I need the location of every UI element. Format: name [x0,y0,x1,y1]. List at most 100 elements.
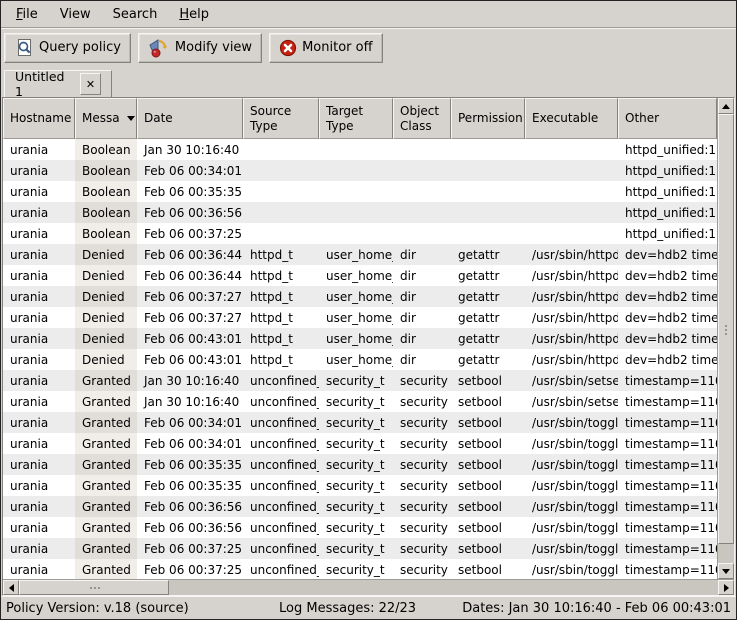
cell-objclass: security [393,496,451,517]
scroll-down-button[interactable] [718,563,734,579]
cell-message: Denied [75,307,137,328]
column-header-label: Other [625,111,659,125]
cell-other: httpd_unified:1, h [618,139,717,160]
log-row[interactable]: uraniaGrantedFeb 06 00:36:56unconfined_s… [3,517,717,538]
tab-close-button[interactable]: ✕ [80,73,101,95]
log-row[interactable]: uraniaBooleanFeb 06 00:35:35httpd_unifie… [3,181,717,202]
log-row[interactable]: uraniaGrantedFeb 06 00:34:01unconfined_s… [3,412,717,433]
cell-source [243,160,319,181]
horizontal-scrollbar[interactable] [3,579,734,595]
log-row[interactable]: uraniaGrantedFeb 06 00:37:25unconfined_s… [3,559,717,579]
cell-message: Granted [75,433,137,454]
scroll-left-button[interactable] [3,580,19,595]
cell-executable: /usr/sbin/httpd [525,265,618,286]
log-row[interactable]: uraniaDeniedFeb 06 00:37:27httpd_tuser_h… [3,286,717,307]
cell-permission: getattr [451,244,525,265]
cell-other: httpd_unified:1, h [618,202,717,223]
monitor-off-icon [279,39,297,57]
cell-source: unconfined_ [243,433,319,454]
cell-date: Feb 06 00:37:25 [137,223,243,244]
column-header-executable[interactable]: Executable [525,98,618,139]
log-row[interactable]: uraniaDeniedFeb 06 00:43:01httpd_tuser_h… [3,328,717,349]
cell-date: Feb 06 00:36:56 [137,496,243,517]
log-row[interactable]: uraniaDeniedFeb 06 00:43:01httpd_tuser_h… [3,349,717,370]
scroll-up-button[interactable] [718,98,734,114]
cell-permission: getattr [451,265,525,286]
monitor-off-button[interactable]: Monitor off [269,33,382,63]
log-row[interactable]: uraniaDeniedFeb 06 00:37:27httpd_tuser_h… [3,307,717,328]
cell-other: dev=hdb2 timesta [618,265,717,286]
cell-objclass: security [393,391,451,412]
cell-target: user_home_ [319,265,393,286]
app-window: File View Search Help Query policy [0,0,737,620]
log-row[interactable]: uraniaBooleanFeb 06 00:37:25httpd_unifie… [3,223,717,244]
log-row[interactable]: uraniaBooleanFeb 06 00:34:01httpd_unifie… [3,160,717,181]
cell-executable [525,223,618,244]
cell-message: Granted [75,538,137,559]
cell-target: user_home_ [319,349,393,370]
column-header-source[interactable]: Source Type [243,98,319,139]
monitor-off-label: Monitor off [302,40,372,55]
tab-untitled-1[interactable]: Untitled 1 ✕ [4,70,112,97]
log-row[interactable]: uraniaGrantedFeb 06 00:35:35unconfined_s… [3,454,717,475]
cell-target: security_t [319,475,393,496]
log-row[interactable]: uraniaDeniedFeb 06 00:36:44httpd_tuser_h… [3,244,717,265]
menu-file[interactable]: File [5,3,49,26]
column-header-date[interactable]: Date [137,98,243,139]
cell-hostname: urania [3,160,75,181]
cell-hostname: urania [3,517,75,538]
menu-search[interactable]: Search [102,3,169,26]
cell-message: Denied [75,328,137,349]
query-policy-label: Query policy [39,40,121,55]
log-row[interactable]: uraniaGrantedJan 30 10:16:40unconfined_s… [3,391,717,412]
menu-help-label: Help [179,7,209,22]
log-row[interactable]: uraniaGrantedFeb 06 00:37:25unconfined_s… [3,538,717,559]
tab-label: Untitled 1 [15,69,71,99]
menu-file-label: File [16,7,38,22]
menu-search-label: Search [113,7,158,22]
cell-other: timestamp=11076 [618,517,717,538]
cell-hostname: urania [3,433,75,454]
scroll-right-button[interactable] [718,580,734,595]
cell-permission: setbool [451,517,525,538]
cell-message: Granted [75,496,137,517]
query-policy-button[interactable]: Query policy [4,33,131,63]
column-header-objclass[interactable]: Object Class [393,98,451,139]
cell-hostname: urania [3,496,75,517]
cell-other: timestamp=11076 [618,559,717,579]
cell-permission [451,160,525,181]
cell-permission: setbool [451,370,525,391]
log-row[interactable]: uraniaBooleanJan 30 10:16:40httpd_unifie… [3,139,717,160]
log-row[interactable]: uraniaDeniedFeb 06 00:36:44httpd_tuser_h… [3,265,717,286]
cell-other: timestamp=11076 [618,496,717,517]
horizontal-scrollbar-thumb[interactable] [19,580,169,595]
cell-source: unconfined_ [243,475,319,496]
thumb-grip-icon [725,329,727,331]
policy-version-status: Policy Version: v.18 (source) [6,601,189,616]
column-header-permission[interactable]: Permission [451,98,525,139]
modify-view-button[interactable]: Modify view [138,33,262,63]
column-header-other[interactable]: Other [618,98,717,139]
log-row[interactable]: uraniaBooleanFeb 06 00:36:56httpd_unifie… [3,202,717,223]
menu-view[interactable]: View [49,3,102,26]
cell-target [319,202,393,223]
column-header-target[interactable]: Target Type [319,98,393,139]
cell-objclass: security [393,538,451,559]
log-row[interactable]: uraniaGrantedFeb 06 00:35:35unconfined_s… [3,475,717,496]
menu-help[interactable]: Help [168,3,220,26]
column-header-message[interactable]: Messa [75,98,137,139]
column-header-label: Executable [532,111,598,125]
vertical-scrollbar-thumb[interactable] [718,114,734,544]
cell-date: Feb 06 00:34:01 [137,412,243,433]
cell-objclass: dir [393,265,451,286]
log-row[interactable]: uraniaGrantedFeb 06 00:36:56unconfined_s… [3,496,717,517]
log-row[interactable]: uraniaGrantedFeb 06 00:34:01unconfined_s… [3,433,717,454]
cell-target [319,160,393,181]
cell-executable: /usr/sbin/toggle [525,412,618,433]
vertical-scrollbar[interactable] [717,98,734,579]
arrow-up-icon [722,104,730,109]
column-header-label: Messa [82,111,120,125]
column-header-hostname[interactable]: Hostname [3,98,75,139]
log-row[interactable]: uraniaGrantedJan 30 10:16:40unconfined_s… [3,370,717,391]
arrow-right-icon [724,584,729,592]
